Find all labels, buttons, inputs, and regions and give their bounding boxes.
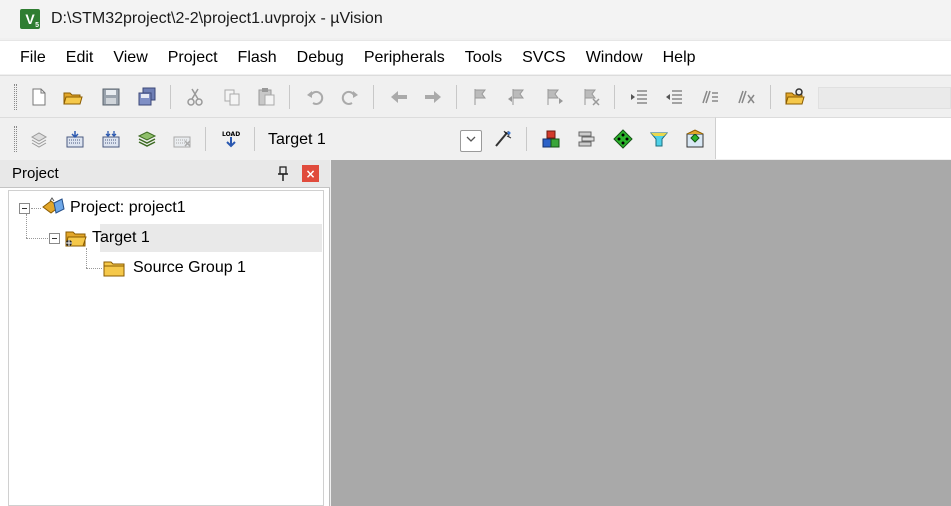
options-for-target-icon[interactable] <box>491 127 515 151</box>
bookmark-toggle-icon[interactable] <box>469 85 493 109</box>
menu-view[interactable]: View <box>103 44 157 72</box>
window-title: D:\STM32project\2-2\project1.uvprojx - µ… <box>51 10 383 27</box>
toolbar-separator <box>373 85 374 109</box>
bookmark-next-icon[interactable] <box>542 85 566 109</box>
target-folder-icon <box>62 227 88 249</box>
bookmark-clear-icon[interactable] <box>579 85 603 109</box>
uvision-logo-icon: V 5 <box>20 9 40 29</box>
menu-help[interactable]: Help <box>653 44 706 72</box>
tree-line <box>86 248 87 268</box>
tree-line <box>86 268 102 269</box>
bookmark-previous-icon[interactable] <box>505 85 529 109</box>
new-file-icon[interactable] <box>27 85 51 109</box>
svg-text:LOAD: LOAD <box>222 131 240 138</box>
tree-label-target: Target 1 <box>92 229 150 246</box>
select-software-packs-icon[interactable] <box>575 127 599 151</box>
toolbar-grip[interactable] <box>14 126 17 152</box>
menu-peripherals[interactable]: Peripherals <box>354 44 455 72</box>
indent-icon[interactable] <box>627 85 651 109</box>
load-download-icon[interactable]: LOAD <box>219 127 243 151</box>
toolbar-separator <box>205 127 206 151</box>
collapse-icon[interactable] <box>19 202 30 214</box>
menu-debug[interactable]: Debug <box>287 44 354 72</box>
editor-area[interactable] <box>331 160 951 506</box>
redo-icon[interactable] <box>338 85 362 109</box>
build-toolbar: LOAD Target 1 <box>0 117 716 159</box>
menu-file[interactable]: File <box>10 44 56 72</box>
file-toolbar <box>0 75 951 117</box>
tree-item-target[interactable]: Target 1 <box>49 225 150 251</box>
tree-label-source-group: Source Group 1 <box>133 259 246 276</box>
menu-svcs[interactable]: SVCS <box>512 44 576 72</box>
open-folder-icon[interactable] <box>61 85 85 109</box>
menu-tools[interactable]: Tools <box>455 44 512 72</box>
chevron-down-icon <box>465 133 477 149</box>
project-panel-title: Project <box>12 165 59 182</box>
toolbar-empty-area <box>716 117 951 159</box>
cut-icon[interactable] <box>183 85 207 109</box>
navigate-forward-icon[interactable] <box>421 85 445 109</box>
toolbar-grip[interactable] <box>14 84 17 110</box>
title-bar: V 5 D:\STM32project\2-2\project1.uvprojx… <box>0 0 951 38</box>
menu-project[interactable]: Project <box>158 44 228 72</box>
project-panel: Project × Project: project1 Target 1 Sou… <box>0 160 330 506</box>
find-in-files-icon[interactable] <box>783 85 807 109</box>
batch-build-icon[interactable] <box>135 127 159 151</box>
collapse-icon[interactable] <box>49 232 60 244</box>
logo-version: 5 <box>35 22 39 29</box>
target-select[interactable]: Target 1 <box>268 131 326 149</box>
toolbar-separator <box>289 85 290 109</box>
menu-edit[interactable]: Edit <box>56 44 104 72</box>
manage-run-time-environment-icon[interactable] <box>611 127 635 151</box>
pack-installer-icon[interactable] <box>647 127 671 151</box>
copy-icon[interactable] <box>220 85 244 109</box>
menu-bar: File Edit View Project Flash Debug Perip… <box>0 40 951 74</box>
logo-letter: V <box>25 11 35 27</box>
tree-line <box>26 238 48 239</box>
unindent-icon[interactable] <box>662 85 686 109</box>
menu-flash[interactable]: Flash <box>228 44 287 72</box>
translate-icon[interactable] <box>27 127 51 151</box>
rebuild-icon[interactable] <box>99 127 123 151</box>
paste-icon[interactable] <box>254 85 278 109</box>
project-panel-header: Project × <box>0 160 330 188</box>
toolbar-separator <box>614 85 615 109</box>
project-icon <box>40 197 66 219</box>
comment-icon[interactable] <box>698 85 722 109</box>
toolbar-separator <box>526 127 527 151</box>
toolbar-separator <box>770 85 771 109</box>
toolbar-separator <box>254 127 255 151</box>
save-all-icon[interactable] <box>135 85 159 109</box>
tree-item-project[interactable]: Project: project1 <box>19 195 186 221</box>
tree-label-project: Project: project1 <box>70 199 186 216</box>
manage-project-items-icon[interactable] <box>539 127 563 151</box>
target-dropdown-button[interactable] <box>460 130 482 152</box>
menu-window[interactable]: Window <box>576 44 653 72</box>
close-panel-button[interactable]: × <box>302 165 319 182</box>
stop-build-icon[interactable] <box>170 127 194 151</box>
folder-icon <box>102 257 126 279</box>
save-icon[interactable] <box>99 85 123 109</box>
close-icon: × <box>305 166 316 181</box>
build-icon[interactable] <box>63 127 87 151</box>
navigate-back-icon[interactable] <box>387 85 411 109</box>
tree-item-source-group[interactable]: Source Group 1 <box>102 255 246 281</box>
pin-icon[interactable] <box>276 166 290 182</box>
software-components-icon[interactable] <box>683 127 707 151</box>
undo-icon[interactable] <box>303 85 327 109</box>
toolbar-separator <box>456 85 457 109</box>
uncomment-icon[interactable] <box>734 85 758 109</box>
find-input[interactable] <box>818 87 951 109</box>
toolbar-separator <box>170 85 171 109</box>
